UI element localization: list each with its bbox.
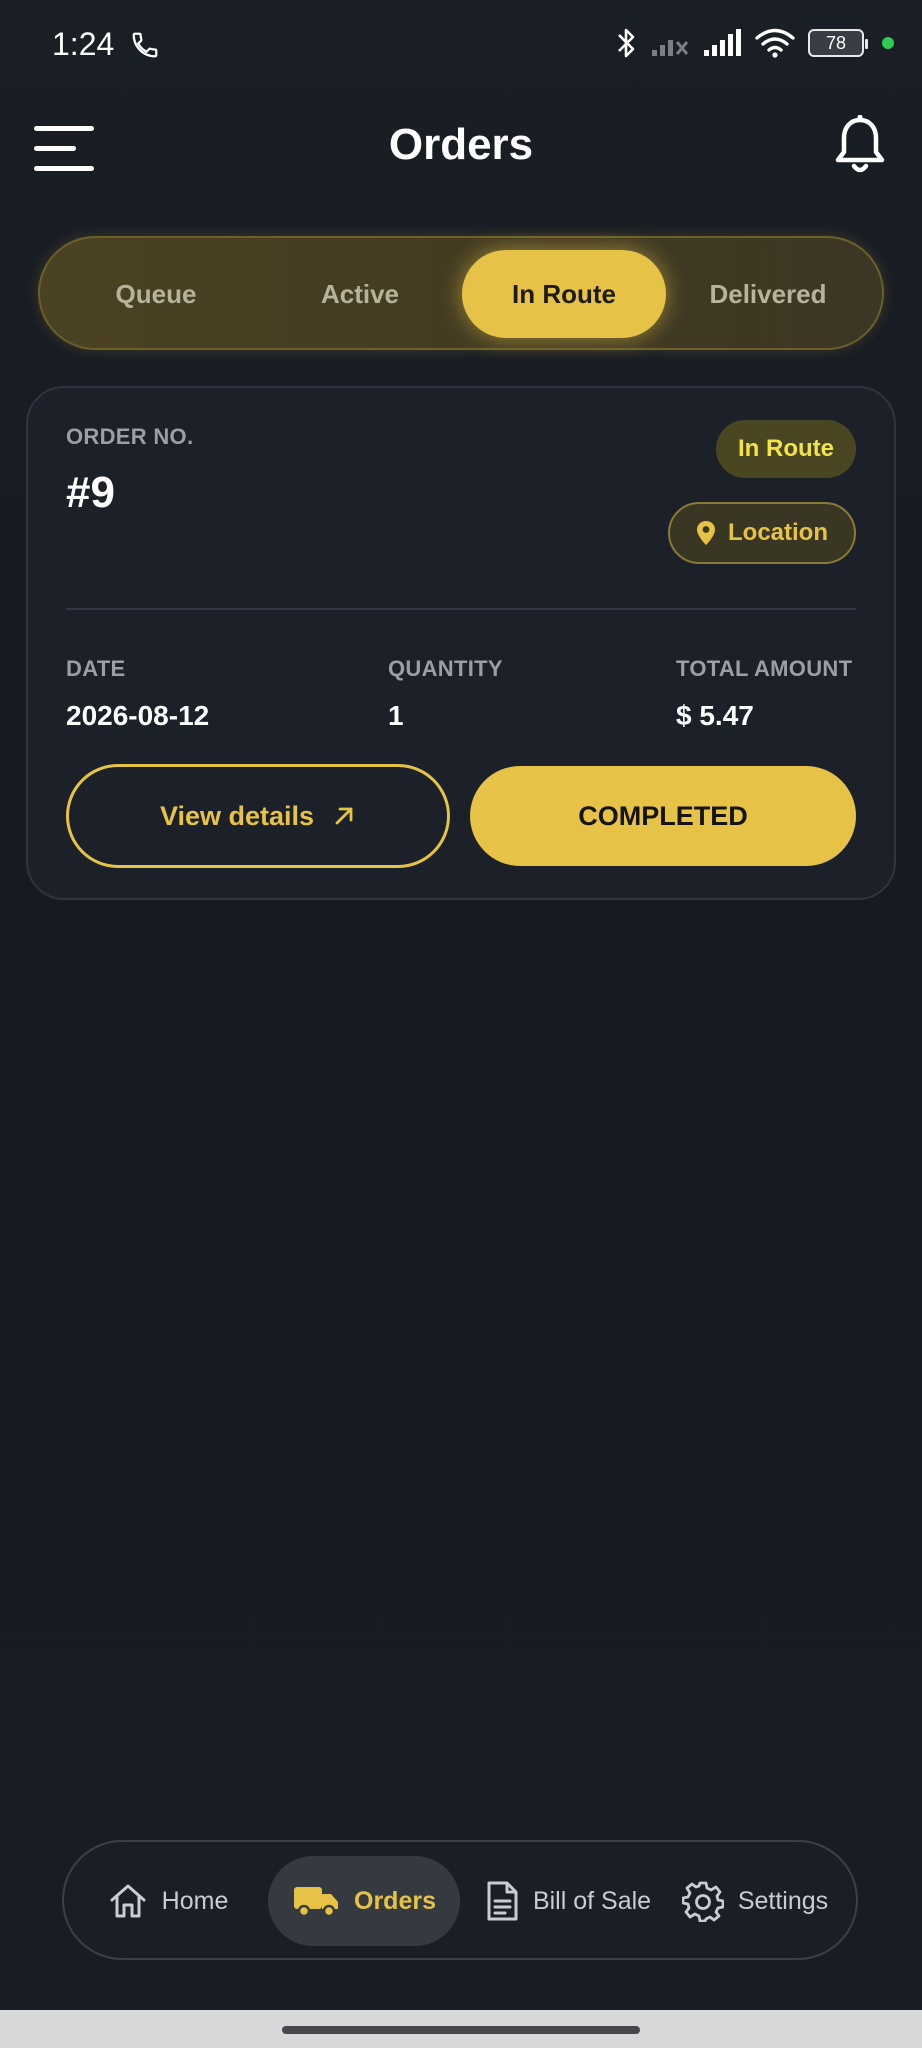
tab-active[interactable]: Active bbox=[258, 250, 462, 338]
date-label: DATE bbox=[66, 656, 126, 681]
home-icon bbox=[110, 1884, 146, 1918]
nav-label-home: Home bbox=[161, 1886, 229, 1915]
tab-in-route[interactable]: In Route bbox=[462, 250, 666, 338]
signal-icon bbox=[704, 29, 741, 56]
home-indicator[interactable] bbox=[282, 2026, 640, 2034]
arrow-up-right-icon bbox=[335, 807, 353, 825]
date-value: 2026-08-12 bbox=[66, 700, 210, 731]
nav-label-settings: Settings bbox=[737, 1886, 829, 1915]
quantity-value: 1 bbox=[388, 700, 404, 731]
order-number: #9 bbox=[66, 468, 115, 517]
status-badge: In Route bbox=[716, 420, 856, 478]
orders-screen: 1:24 78 Orders Queue Active In Route Del… bbox=[0, 0, 922, 2048]
nav-item-settings[interactable]: Settings bbox=[670, 1856, 840, 1946]
nav-item-home[interactable]: Home bbox=[102, 1856, 234, 1946]
wifi-icon bbox=[755, 28, 795, 58]
status-time: 1:24 bbox=[52, 26, 115, 62]
order-card: ORDER NO. #9 In Route Location DATE 2026… bbox=[26, 386, 896, 900]
quantity-label: QUANTITY bbox=[388, 656, 503, 681]
view-details-button[interactable]: View details bbox=[66, 764, 450, 868]
phone-icon bbox=[132, 32, 158, 58]
view-details-label: View details bbox=[159, 800, 315, 831]
bluetooth-icon bbox=[618, 28, 635, 58]
battery-level: 78 bbox=[825, 32, 847, 53]
bell-icon[interactable] bbox=[832, 114, 888, 178]
signal-off-icon bbox=[652, 40, 689, 56]
page-title: Orders bbox=[388, 120, 534, 169]
truck-icon bbox=[294, 1887, 338, 1918]
bottom-navigation: Home Orders Bill of Sale Settings bbox=[62, 1840, 858, 1960]
nav-item-orders[interactable]: Orders bbox=[268, 1856, 460, 1946]
order-status-tabs: Queue Active In Route Delivered bbox=[38, 236, 884, 350]
document-icon bbox=[487, 1881, 518, 1921]
total-amount-label: TOTAL AMOUNT bbox=[676, 656, 853, 681]
nav-label-bill-of-sale: Bill of Sale bbox=[532, 1886, 652, 1915]
gear-icon bbox=[681, 1881, 724, 1922]
location-button[interactable]: Location bbox=[668, 502, 856, 564]
location-pin-icon bbox=[697, 521, 715, 545]
tab-queue[interactable]: Queue bbox=[54, 250, 258, 338]
completed-button[interactable]: COMPLETED bbox=[470, 766, 856, 866]
tab-delivered[interactable]: Delivered bbox=[666, 250, 870, 338]
status-bar: 1:24 78 bbox=[0, 0, 922, 92]
nav-item-bill-of-sale[interactable]: Bill of Sale bbox=[474, 1856, 662, 1946]
card-divider bbox=[66, 608, 856, 610]
app-header: Orders bbox=[0, 100, 922, 192]
status-icons: 78 bbox=[614, 26, 894, 60]
nav-label-orders: Orders bbox=[354, 1886, 436, 1915]
order-no-label: ORDER NO. bbox=[66, 424, 194, 449]
total-amount-value: $ 5.47 bbox=[676, 700, 754, 731]
battery-icon: 78 bbox=[808, 29, 868, 57]
privacy-indicator-dot bbox=[882, 37, 894, 49]
location-label: Location bbox=[728, 519, 828, 546]
